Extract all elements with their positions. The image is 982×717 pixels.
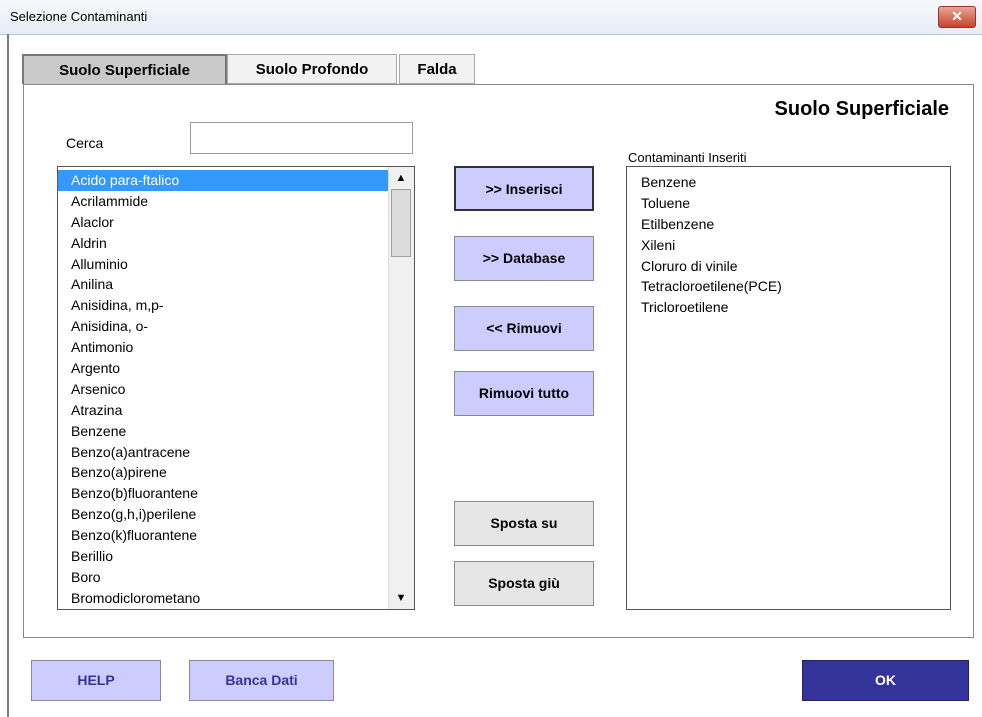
window-border [7,34,9,717]
list-item[interactable]: Arsenico [58,379,388,400]
list-item[interactable]: Aldrin [58,233,388,254]
close-icon[interactable]: ✕ [938,6,976,28]
inserted-list-item[interactable]: Etilbenzene [641,214,782,235]
scroll-thumb[interactable] [391,189,411,257]
inserted-contaminants-list[interactable]: Benzene Toluene Etilbenzene Xileni Cloruro d… [626,166,951,610]
inserted-list-item[interactable]: Xileni [641,235,782,256]
inserisci-button[interactable]: >> Inserisci [454,166,594,211]
scroll-down-arrow-icon[interactable]: ▼ [389,588,413,608]
list-item[interactable]: Benzene [58,421,388,442]
database-button[interactable]: >> Database [454,236,594,281]
list-item[interactable]: Boro [58,567,388,588]
list-scrollbar[interactable]: ▲ ▼ [388,167,414,609]
tab-suolo-profondo[interactable]: Suolo Profondo [227,54,397,84]
list-item[interactable]: Anilina [58,274,388,295]
title-bar[interactable]: Selezione Contaminanti ✕ [0,0,982,35]
search-label: Cerca [66,135,104,151]
scroll-up-arrow-icon[interactable]: ▲ [389,168,413,188]
ok-button[interactable]: OK [802,660,969,701]
section-title: Suolo Superficiale [774,98,949,120]
inserted-list-item[interactable]: Benzene [641,172,782,193]
list-item[interactable]: Benzo(k)fluorantene [58,525,388,546]
list-item[interactable]: Argento [58,358,388,379]
list-item[interactable]: Acido para-ftalico [58,170,388,191]
sposta-su-button[interactable]: Sposta su [454,501,594,546]
help-button[interactable]: HELP [31,660,161,701]
inserted-list-items: Benzene Toluene Etilbenzene Xileni Cloruro d… [641,172,782,318]
available-contaminants-list[interactable]: Acido para-ftalico Acrilammide Alaclor Aldr… [57,166,415,610]
tab-suolo-superficiale[interactable]: Suolo Superficiale [22,54,227,84]
list-item[interactable]: Anisidina, m,p- [58,295,388,316]
rimuovi-tutto-button[interactable]: Rimuovi tutto [454,371,594,416]
dialog-window: Selezione Contaminanti ✕ Suolo Superfici… [0,0,982,717]
list-item[interactable]: Benzo(a)antracene [58,442,388,463]
inserted-list-item[interactable]: Tricloroetilene [641,297,782,318]
list-item[interactable]: Anisidina, o- [58,316,388,337]
list-item[interactable]: Berillio [58,546,388,567]
list-item[interactable]: Acrilammide [58,191,388,212]
search-input[interactable] [190,122,413,154]
list-item[interactable]: Alluminio [58,254,388,275]
banca-dati-button[interactable]: Banca Dati [189,660,334,701]
list-item[interactable]: Alaclor [58,212,388,233]
list-item[interactable]: Antimonio [58,337,388,358]
inserted-list-item[interactable]: Cloruro di vinile [641,256,782,277]
list-item[interactable]: Benzo(a)pirene [58,462,388,483]
rimuovi-button[interactable]: << Rimuovi [454,306,594,351]
tab-falda[interactable]: Falda [399,54,475,84]
list-item[interactable]: Atrazina [58,400,388,421]
available-list-items: Acido para-ftalico Acrilammide Alaclor Aldr… [58,170,388,609]
list-item[interactable]: Benzo(b)fluorantene [58,483,388,504]
inserted-list-item[interactable]: Toluene [641,193,782,214]
inserted-list-label: Contaminanti Inseriti [628,150,747,165]
list-item[interactable]: Benzo(g,h,i)perilene [58,504,388,525]
window-title: Selezione Contaminanti [10,9,148,24]
list-item[interactable]: Bromodiclorometano [58,588,388,609]
sposta-giu-button[interactable]: Sposta giù [454,561,594,606]
inserted-list-item[interactable]: Tetracloroetilene(PCE) [641,276,782,297]
